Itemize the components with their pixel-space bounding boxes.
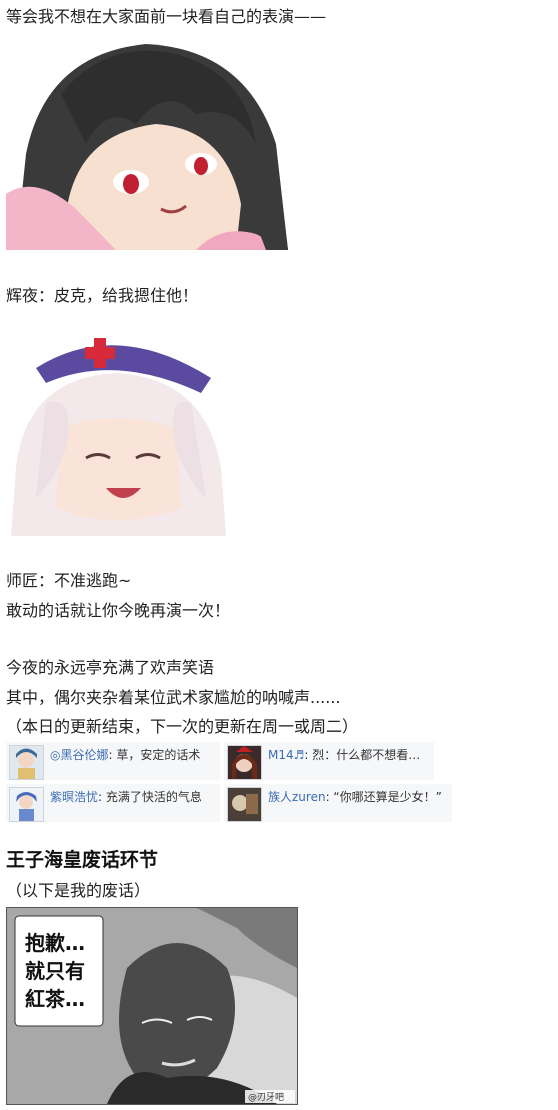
- update-note: （本日的更新结束，下一次的更新在周一或周二）: [6, 717, 359, 736]
- comment-item[interactable]: ◎黑谷伦娜: 草，安定的话术: [6, 742, 220, 780]
- manga-panel: 抱歉… 就只有 紅茶… @刃牙吧: [6, 907, 298, 1105]
- avatar: [9, 745, 44, 780]
- manga-bubble-line: 就只有: [25, 959, 85, 983]
- manga-bubble-line: 抱歉…: [25, 931, 85, 955]
- comment-item[interactable]: 族人zuren: “你哪还算是少女！”: [224, 784, 452, 822]
- comment-user[interactable]: M14♬: [268, 748, 304, 762]
- comment-text: : 草，安定的话术: [108, 748, 201, 762]
- manga-bubble-line: 紅茶…: [25, 987, 85, 1011]
- comment-item[interactable]: 紫暝浩忧: 充满了快活的气息: [6, 784, 220, 822]
- story-line: 辉夜：皮克，给我摁住他！: [6, 286, 199, 305]
- kaguya-illustration: [6, 34, 288, 250]
- story-line: 等会我不想在大家面前一块看自己的表演——: [6, 7, 327, 26]
- comment-user[interactable]: ◎黑谷伦娜: [50, 748, 108, 762]
- comment-user[interactable]: 紫暝浩忧: [50, 790, 98, 804]
- story-line: 敢动的话就让你今晚再演一次！: [6, 601, 231, 620]
- comment-item[interactable]: M14♬: 烈：什么都不想看…: [224, 742, 434, 780]
- story-line: 其中，偶尔夹杂着某位武术家尴尬的呐喊声......: [6, 688, 341, 707]
- avatar: [227, 787, 262, 822]
- section-heading: 王子海皇废话环节: [6, 849, 159, 871]
- comment-user[interactable]: 族人zuren: [268, 790, 326, 804]
- story-line: 师匠：不准逃跑~: [6, 571, 132, 590]
- comment-text: : 烈：什么都不想看…: [304, 748, 421, 762]
- avatar: [9, 787, 44, 822]
- section-subtitle: （以下是我的废话）: [6, 881, 151, 900]
- comment-text: : “你哪还算是少女！”: [325, 790, 442, 804]
- comment-text: : 充满了快活的气息: [98, 790, 202, 804]
- avatar: [227, 745, 262, 780]
- eirin-illustration: [6, 318, 232, 536]
- watermark: @刃牙吧: [248, 1092, 284, 1103]
- comment-grid: ◎黑谷伦娜: 草，安定的话术 M14♬: 烈：什么都不想看… 紫暝浩忧: 充满了…: [6, 742, 452, 822]
- story-line: 今夜的永远亭充满了欢声笑语: [6, 658, 215, 677]
